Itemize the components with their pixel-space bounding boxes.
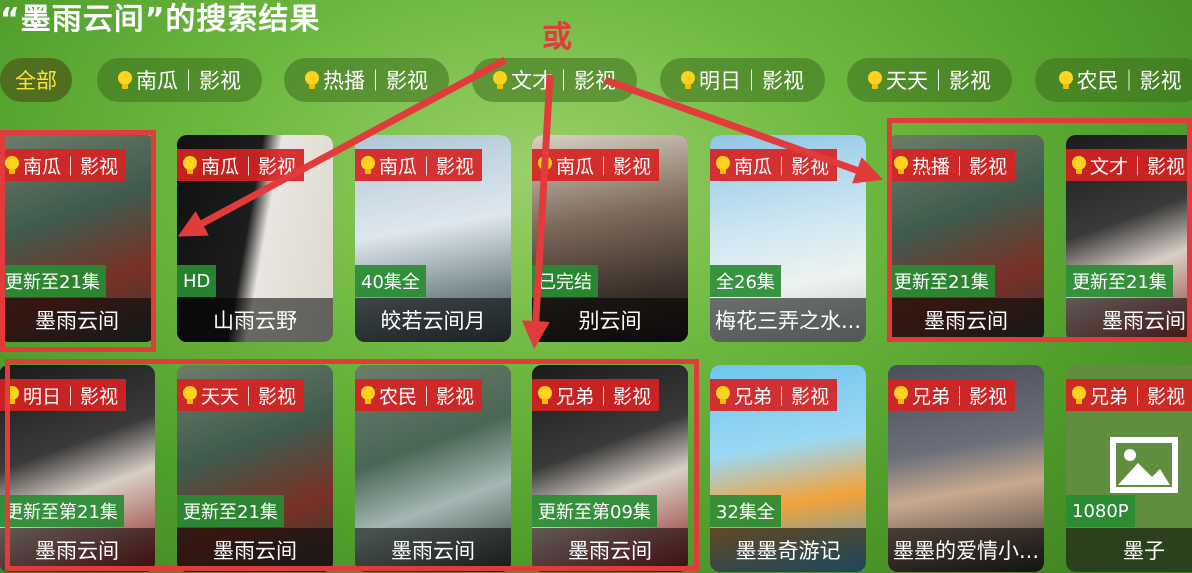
video-title: 墨子 <box>1066 528 1192 572</box>
video-title: 山雨云野 <box>177 298 333 342</box>
lightbulb-icon <box>1072 386 1086 404</box>
filter-chip-label: 农民｜影视 <box>1076 69 1182 93</box>
page-title: “墨雨云间”的搜索结果 <box>0 2 321 37</box>
video-card[interactable]: 兄弟｜影视 1080P 墨子 <box>1066 365 1192 572</box>
lightbulb-icon <box>1058 71 1073 89</box>
filter-chip-label: 文才｜影视 <box>511 69 616 93</box>
filter-chip-label: 天天｜影视 <box>886 69 991 93</box>
video-card[interactable]: 南瓜｜影视 全26集 梅花三弄之水... <box>710 135 866 342</box>
filter-chip-label: 全部 <box>15 69 57 93</box>
episode-badge: 1080P <box>1066 495 1135 527</box>
lightbulb-icon <box>118 71 132 89</box>
lightbulb-icon <box>894 386 908 404</box>
video-title: 墨墨的爱情小... <box>888 528 1044 572</box>
lightbulb-icon <box>538 156 552 174</box>
filter-chip-label: 南瓜｜影视 <box>136 69 241 93</box>
filter-bar: 全部 南瓜｜影视 热播｜影视 文才｜影视 明日｜影视 天天｜影视 农民｜影视 <box>0 58 1192 104</box>
lightbulb-icon <box>493 71 507 89</box>
video-card[interactable]: 南瓜｜影视 HD 山雨云野 <box>177 135 333 342</box>
video-title: 皎若云间月 <box>355 298 511 342</box>
image-placeholder-icon <box>1110 437 1178 493</box>
filter-chip-nongmin[interactable]: 农民｜影视 <box>1035 58 1192 102</box>
episode-badge: 32集全 <box>710 495 781 527</box>
lightbulb-icon <box>305 71 319 89</box>
lightbulb-icon <box>681 71 695 89</box>
filter-chip-all[interactable]: 全部 <box>0 58 72 102</box>
source-tag: 兄弟｜影视 <box>888 379 1016 411</box>
lightbulb-icon <box>716 156 730 174</box>
video-card[interactable]: 兄弟｜影视 32集全 墨墨奇游记 <box>710 365 866 572</box>
source-tag: 南瓜｜影视 <box>177 149 305 181</box>
highlight-box <box>0 130 156 352</box>
filter-chip-nangua[interactable]: 南瓜｜影视 <box>97 58 262 102</box>
lightbulb-icon <box>183 156 197 174</box>
episode-badge: 全26集 <box>710 265 781 297</box>
lightbulb-icon <box>361 156 375 174</box>
filter-chip-rebo[interactable]: 热播｜影视 <box>284 58 449 102</box>
filter-chip-mingri[interactable]: 明日｜影视 <box>660 58 825 102</box>
source-tag: 兄弟｜影视 <box>710 379 838 411</box>
highlight-box <box>887 118 1192 342</box>
video-card[interactable]: 南瓜｜影视 已完结 别云间 <box>532 135 688 342</box>
highlight-box <box>5 359 699 571</box>
source-tag: 兄弟｜影视 <box>1066 379 1192 411</box>
lightbulb-icon <box>868 71 882 89</box>
filter-chip-label: 明日｜影视 <box>699 69 804 93</box>
video-card[interactable]: 南瓜｜影视 40集全 皎若云间月 <box>355 135 511 342</box>
filter-chip-tiantian[interactable]: 天天｜影视 <box>847 58 1012 102</box>
episode-badge: 已完结 <box>532 265 598 297</box>
video-card[interactable]: 兄弟｜影视 墨墨的爱情小... <box>888 365 1044 572</box>
video-title: 别云间 <box>532 298 688 342</box>
source-tag: 南瓜｜影视 <box>355 149 483 181</box>
or-annotation: 或 <box>542 20 572 55</box>
filter-chip-wencai[interactable]: 文才｜影视 <box>472 58 637 102</box>
video-title: 墨墨奇游记 <box>710 528 866 572</box>
video-title: 梅花三弄之水... <box>710 298 866 342</box>
lightbulb-icon <box>716 386 730 404</box>
episode-badge: HD <box>177 265 217 297</box>
episode-badge: 40集全 <box>355 265 426 297</box>
source-tag: 南瓜｜影视 <box>532 149 660 181</box>
source-tag: 南瓜｜影视 <box>710 149 838 181</box>
filter-chip-label: 热播｜影视 <box>323 69 428 93</box>
